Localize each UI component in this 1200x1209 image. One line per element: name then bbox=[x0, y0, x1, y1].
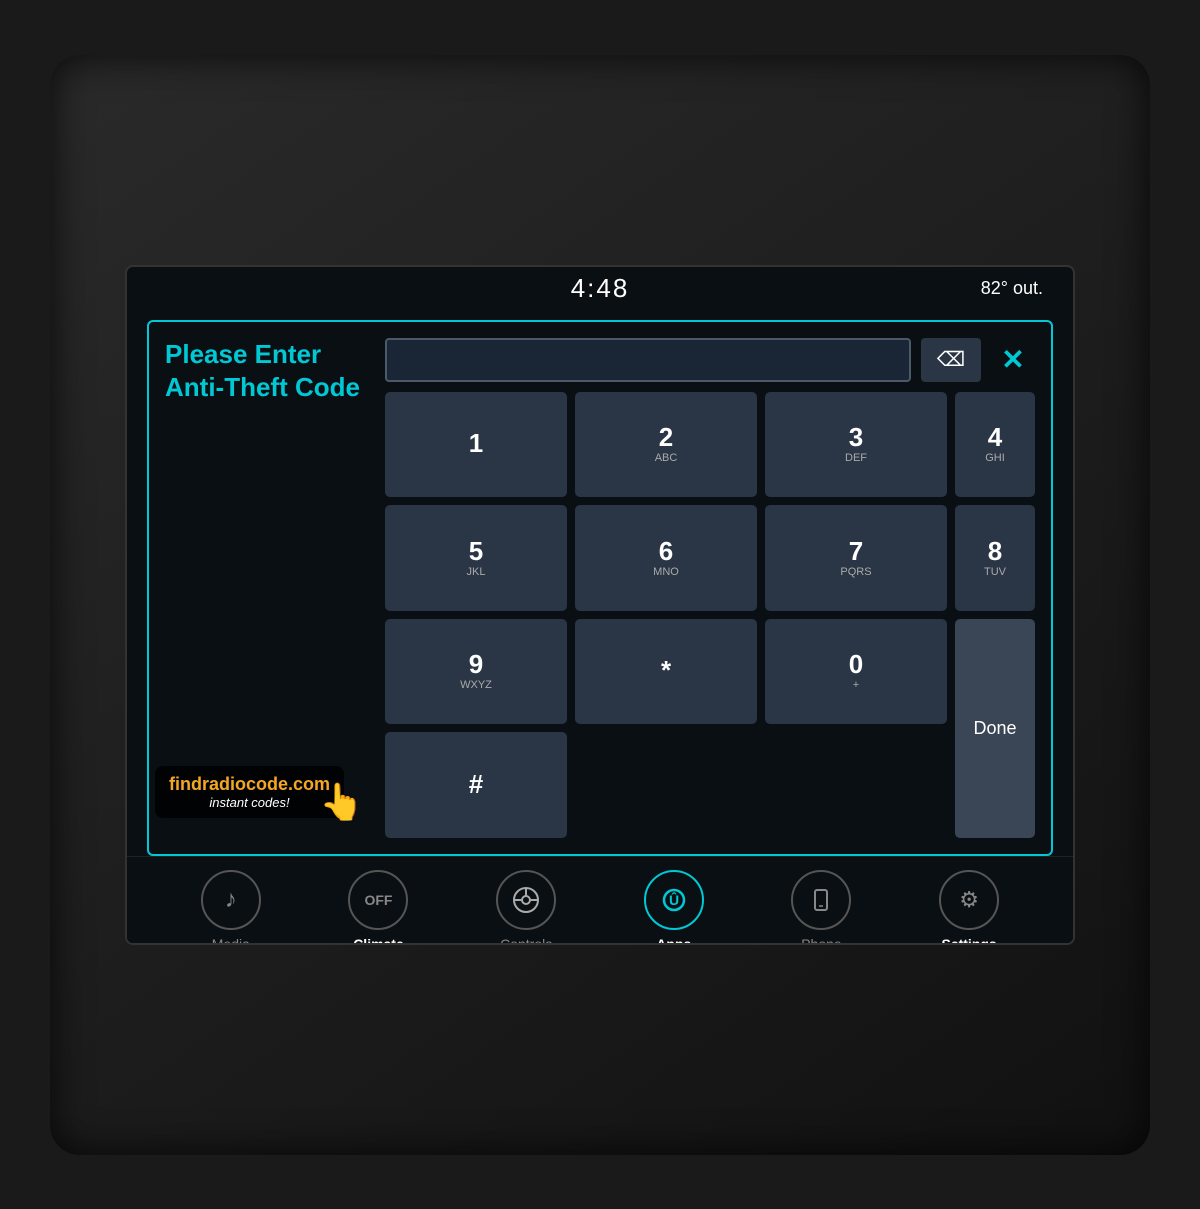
key-2[interactable]: 2 ABC bbox=[575, 392, 757, 498]
temperature-display: 82° out. bbox=[981, 278, 1043, 299]
nav-controls[interactable]: Controls bbox=[476, 870, 576, 945]
nav-phone-label: Phone bbox=[801, 936, 841, 945]
nav-climate[interactable]: OFF Climate bbox=[328, 870, 428, 945]
key-1[interactable]: 1 bbox=[385, 392, 567, 498]
key-hash[interactable]: # bbox=[385, 732, 567, 838]
status-bar: 4:48 82° out. bbox=[127, 267, 1073, 310]
key-6[interactable]: 6 MNO bbox=[575, 505, 757, 611]
watermark-url: findradiocode.com bbox=[169, 774, 330, 795]
main-content: Please Enter Anti-Theft Code findradioco… bbox=[127, 310, 1073, 856]
close-button[interactable]: ✕ bbox=[991, 338, 1035, 382]
media-icon: ♪ bbox=[201, 870, 261, 930]
screen: 4:48 82° out. Please Enter Anti-Theft Co… bbox=[125, 265, 1075, 945]
left-panel: Please Enter Anti-Theft Code findradioco… bbox=[165, 338, 365, 838]
key-4[interactable]: 4 GHI bbox=[955, 392, 1035, 498]
apps-icon: Û bbox=[644, 870, 704, 930]
prompt-title: Please Enter Anti-Theft Code bbox=[165, 338, 365, 406]
nav-climate-label: Climate bbox=[353, 936, 404, 945]
key-star[interactable]: * bbox=[575, 619, 757, 725]
key-9[interactable]: 9 WXYZ bbox=[385, 619, 567, 725]
code-input-field[interactable] bbox=[385, 338, 911, 382]
hand-cursor-icon: 👆 bbox=[319, 781, 364, 823]
key-0[interactable]: 0 + bbox=[765, 619, 947, 725]
nav-apps[interactable]: Û Apps bbox=[624, 870, 724, 945]
settings-icon: ⚙ bbox=[939, 870, 999, 930]
controls-icon bbox=[496, 870, 556, 930]
watermark-subtitle: instant codes! bbox=[169, 795, 330, 810]
right-panel: ⌫ ✕ 1 2 bbox=[385, 338, 1035, 838]
key-5[interactable]: 5 JKL bbox=[385, 505, 567, 611]
key-8[interactable]: 8 TUV bbox=[955, 505, 1035, 611]
nav-media-label: Media bbox=[212, 936, 250, 945]
bottom-nav: ♪ Media OFF Climate Co bbox=[127, 856, 1073, 945]
anti-theft-dialog: Please Enter Anti-Theft Code findradioco… bbox=[147, 320, 1053, 856]
key-3[interactable]: 3 DEF bbox=[765, 392, 947, 498]
nav-phone[interactable]: Phone bbox=[771, 870, 871, 945]
phone-icon bbox=[791, 870, 851, 930]
watermark-overlay: findradiocode.com instant codes! 👆 bbox=[155, 766, 344, 818]
svg-text:Û: Û bbox=[669, 891, 679, 908]
nav-media[interactable]: ♪ Media bbox=[181, 870, 281, 945]
done-button[interactable]: Done bbox=[955, 619, 1035, 838]
key-7[interactable]: 7 PQRS bbox=[765, 505, 947, 611]
nav-settings[interactable]: ⚙ Settings bbox=[919, 870, 1019, 945]
clock-display: 4:48 bbox=[571, 273, 630, 304]
nav-apps-label: Apps bbox=[656, 936, 691, 945]
car-bezel: 4:48 82° out. Please Enter Anti-Theft Co… bbox=[50, 55, 1150, 1155]
input-row: ⌫ ✕ bbox=[385, 338, 1035, 382]
nav-settings-label: Settings bbox=[941, 936, 996, 945]
keypad: 1 2 ABC 3 DEF 4 bbox=[385, 392, 1035, 838]
climate-icon: OFF bbox=[348, 870, 408, 930]
backspace-button[interactable]: ⌫ bbox=[921, 338, 981, 382]
nav-controls-label: Controls bbox=[500, 936, 552, 945]
